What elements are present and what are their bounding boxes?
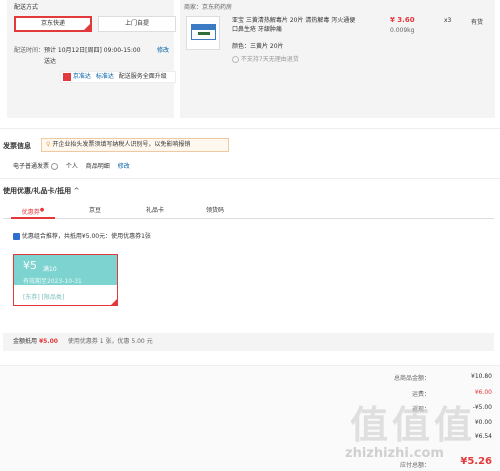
total-goods-value: ¥10.80 bbox=[471, 373, 492, 380]
invoice-title: 发票信息 bbox=[3, 142, 31, 150]
coupon-condition: 满10 bbox=[43, 266, 57, 273]
coupon-bottom: [东券] [限品类] bbox=[14, 285, 118, 306]
coupon-recommend-row: 优惠组合推荐，共抵用¥5.00元：使用优惠券1张 bbox=[13, 231, 151, 240]
selected-check-icon bbox=[83, 23, 91, 31]
summary-label: 金额抵用 bbox=[13, 338, 38, 345]
product-price: ¥ 3.60 bbox=[390, 16, 415, 24]
jingzhunda-icon bbox=[63, 72, 71, 81]
no-return-notice: 不支持7天无理由退货 bbox=[232, 54, 299, 63]
invoice-notice: ♀ 开企业抬头发票须填写纳税人识别号，以免影响报销 bbox=[41, 138, 229, 152]
invoice-notice-text: 开企业抬头发票须填写纳税人识别号，以免影响报销 bbox=[52, 141, 191, 148]
coupon-summary: 金额抵用 ¥5.00 使用优惠券 1 张，优惠 5.00 元 bbox=[3, 333, 494, 351]
delivery-badges: 京准达 标准达 配送服务全面升级 bbox=[60, 71, 176, 83]
coupon-tags: [东券] [限品类] bbox=[23, 294, 65, 301]
help-icon[interactable] bbox=[50, 163, 58, 170]
product-color: 颜色：三黄片 20片 bbox=[232, 41, 284, 50]
badge-upgrade: 配送服务全面升级 bbox=[118, 73, 167, 80]
badge-jingzhunda: 京准达 bbox=[72, 73, 91, 80]
coupon-expire: 有效期至2023-10-31 bbox=[23, 278, 82, 285]
coupon-section-title[interactable]: 使用优惠/礼品卡/抵用 ^ bbox=[3, 186, 79, 196]
delivery-panel: 配送方式 京东快递 上门自提 配送时间： 预计 10月12日[周四] 09:00… bbox=[7, 0, 176, 118]
delivery-modify-link[interactable]: 修改 bbox=[157, 45, 169, 54]
delivery-title: 配送方式 bbox=[14, 4, 39, 11]
watermark-url: zhizhizhi.com bbox=[345, 446, 444, 461]
delivery-option-pickup-label: 上门自提 bbox=[124, 20, 149, 27]
product-color-value: 三黄片 20片 bbox=[250, 43, 284, 50]
merchant-name: 商家：京东药药房 bbox=[184, 4, 233, 11]
product-weight: 0.009kg bbox=[390, 27, 415, 34]
invoice-type: 电子普通发票 bbox=[13, 163, 50, 170]
chevron-up-icon: ^ bbox=[73, 187, 80, 195]
summary-amount: ¥5.00 bbox=[38, 338, 58, 345]
selected-check-icon bbox=[110, 298, 118, 306]
product-thumbnail[interactable] bbox=[186, 16, 220, 50]
divider bbox=[0, 178, 500, 179]
product-color-label: 颜色： bbox=[232, 43, 251, 50]
watermark-logo: 值值值 bbox=[350, 403, 477, 447]
product-box-icon bbox=[191, 24, 216, 40]
divider bbox=[0, 128, 500, 129]
coupon-amount: ¥5 bbox=[23, 259, 37, 272]
delivery-option-pickup[interactable]: 上门自提 bbox=[98, 16, 176, 32]
invoice-row: 电子普通发票 个人 商品明细 修改 bbox=[13, 161, 130, 170]
delivery-option-express-label: 京东快递 bbox=[40, 20, 65, 27]
tab-redeem-code[interactable]: 领货码 bbox=[188, 202, 242, 219]
invoice-detail: 商品明细 bbox=[85, 163, 110, 170]
tab-coupon-dot: ● bbox=[39, 207, 45, 213]
product-stock: 有货 bbox=[471, 19, 484, 26]
delivery-option-express[interactable]: 京东快递 bbox=[14, 16, 92, 32]
store-panel: 商家：京东药药房 亚宝 三黄清热解毒片 20片 清热解毒 泻火通便 口鼻生疮 牙… bbox=[180, 0, 495, 118]
coupon-recommend-text: 优惠组合推荐，共抵用¥5.00元：使用优惠券1张 bbox=[21, 233, 151, 240]
recommend-checkbox[interactable] bbox=[13, 233, 20, 240]
tab-giftcard[interactable]: 礼品卡 bbox=[128, 202, 182, 219]
coupon-card[interactable]: ¥5 满10 有效期至2023-10-31 [东券] [限品类] bbox=[13, 254, 118, 306]
product-name-link[interactable]: 亚宝 三黄清热解毒片 20片 清热解毒 泻火通便 口鼻生疮 牙龈肿痛 bbox=[232, 16, 356, 34]
delivery-time-value: 预计 10月12日[周四] 09:00-15:00 送达 bbox=[44, 47, 141, 65]
info-icon bbox=[232, 56, 239, 63]
tab-coupon[interactable]: 优惠券● bbox=[11, 202, 55, 219]
product-qty: x3 bbox=[444, 17, 452, 24]
invoice-modify-link[interactable]: 修改 bbox=[118, 163, 130, 170]
no-return-text: 不支持7天无理由退货 bbox=[240, 56, 299, 63]
coupon-tabs: 优惠券● 京豆 礼品卡 领货码 bbox=[3, 202, 494, 219]
tab-coupon-label: 优惠券 bbox=[21, 209, 40, 216]
invoice-person: 个人 bbox=[65, 163, 78, 170]
summary-detail: 使用优惠券 1 张，优惠 5.00 元 bbox=[67, 338, 153, 345]
tab-jingdou[interactable]: 京豆 bbox=[73, 202, 117, 219]
coupon-section-title-text: 使用优惠/礼品卡/抵用 bbox=[3, 187, 72, 195]
bulb-icon: ♀ bbox=[46, 141, 51, 148]
delivery-time-label: 配送时间： bbox=[14, 47, 45, 54]
badge-biaozhunda: 标准达 bbox=[95, 73, 114, 80]
